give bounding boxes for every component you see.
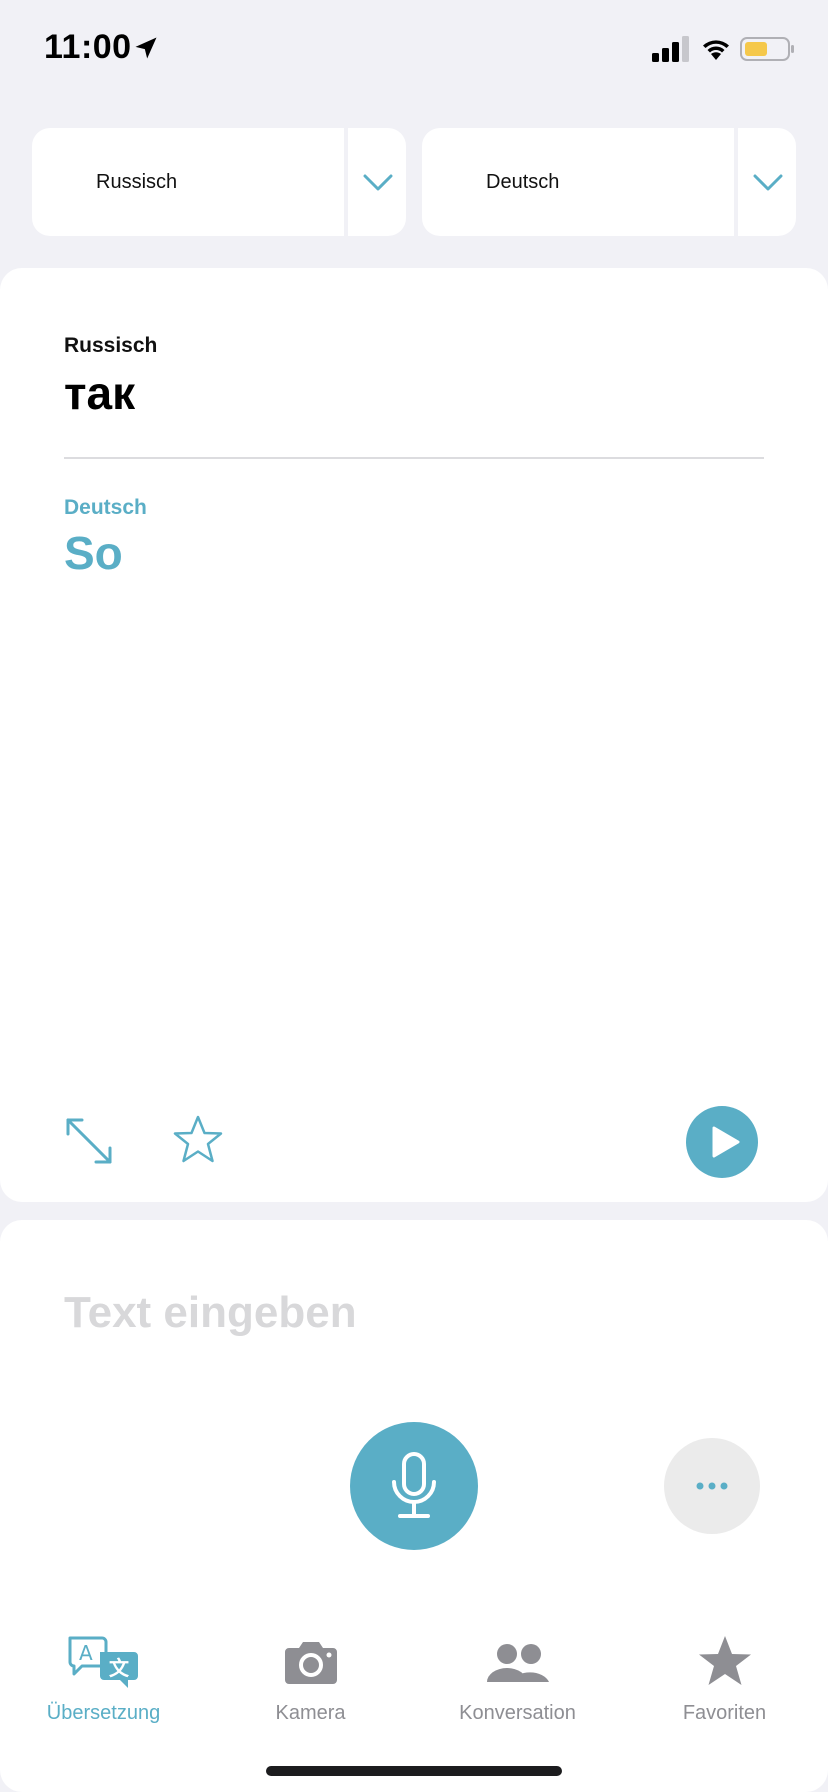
svg-text:文: 文 bbox=[109, 1656, 130, 1680]
chevron-down-icon[interactable] bbox=[362, 168, 394, 196]
favorite-star-icon[interactable] bbox=[172, 1114, 224, 1166]
people-icon bbox=[486, 1644, 549, 1682]
microphone-button[interactable] bbox=[350, 1422, 478, 1550]
more-options-button[interactable] bbox=[664, 1438, 760, 1534]
battery-icon bbox=[740, 37, 794, 61]
source-text: так bbox=[64, 367, 136, 419]
home-indicator bbox=[266, 1766, 562, 1776]
selector-divider bbox=[344, 128, 348, 236]
star-icon bbox=[698, 1636, 751, 1685]
tab-label: Favoriten bbox=[682, 1702, 767, 1724]
translated-text: So bbox=[64, 527, 123, 579]
status-bar: 11:00 bbox=[0, 0, 828, 100]
tab-favorites[interactable]: Favoriten bbox=[621, 1620, 828, 1730]
source-language-label: Russisch bbox=[64, 334, 158, 357]
translate-icon: A 文 bbox=[68, 1636, 138, 1688]
source-language-name: Russisch bbox=[96, 171, 178, 193]
selector-divider bbox=[734, 128, 738, 236]
text-input[interactable] bbox=[64, 1288, 664, 1338]
camera-icon bbox=[284, 1642, 337, 1684]
target-language-label: Deutsch bbox=[64, 496, 147, 519]
translation-card: Russisch так Deutsch So bbox=[0, 268, 828, 1202]
play-audio-button[interactable] bbox=[686, 1106, 758, 1178]
location-arrow-icon bbox=[135, 37, 157, 59]
play-icon bbox=[712, 1126, 740, 1158]
tab-translation[interactable]: A 文 Übersetzung bbox=[0, 1620, 207, 1730]
tab-label: Übersetzung bbox=[46, 1702, 161, 1724]
wifi-icon bbox=[703, 40, 729, 60]
ellipsis-icon bbox=[696, 1482, 728, 1490]
tab-label: Kamera bbox=[275, 1702, 346, 1724]
target-language-name: Deutsch bbox=[486, 171, 560, 193]
target-language-selector[interactable]: Deutsch bbox=[422, 128, 796, 236]
tab-conversation[interactable]: Konversation bbox=[414, 1620, 621, 1730]
tab-label: Konversation bbox=[459, 1702, 576, 1724]
chevron-down-icon[interactable] bbox=[752, 168, 784, 196]
tab-bar: A 文 Übersetzung Kamera Konversation Favo… bbox=[0, 1620, 828, 1740]
language-selector-row: Russisch Deutsch bbox=[32, 128, 796, 236]
card-divider bbox=[64, 457, 764, 459]
status-time: 11:00 bbox=[44, 28, 132, 66]
cellular-signal-icon bbox=[652, 36, 689, 62]
microphone-icon bbox=[392, 1452, 436, 1518]
tab-camera[interactable]: Kamera bbox=[207, 1620, 414, 1730]
source-language-selector[interactable]: Russisch bbox=[32, 128, 406, 236]
translate-app-screen: 11:00 Russisch Deutsch Russisch так Deut… bbox=[0, 0, 828, 1792]
svg-text:A: A bbox=[79, 1641, 93, 1665]
expand-icon[interactable] bbox=[64, 1116, 114, 1166]
